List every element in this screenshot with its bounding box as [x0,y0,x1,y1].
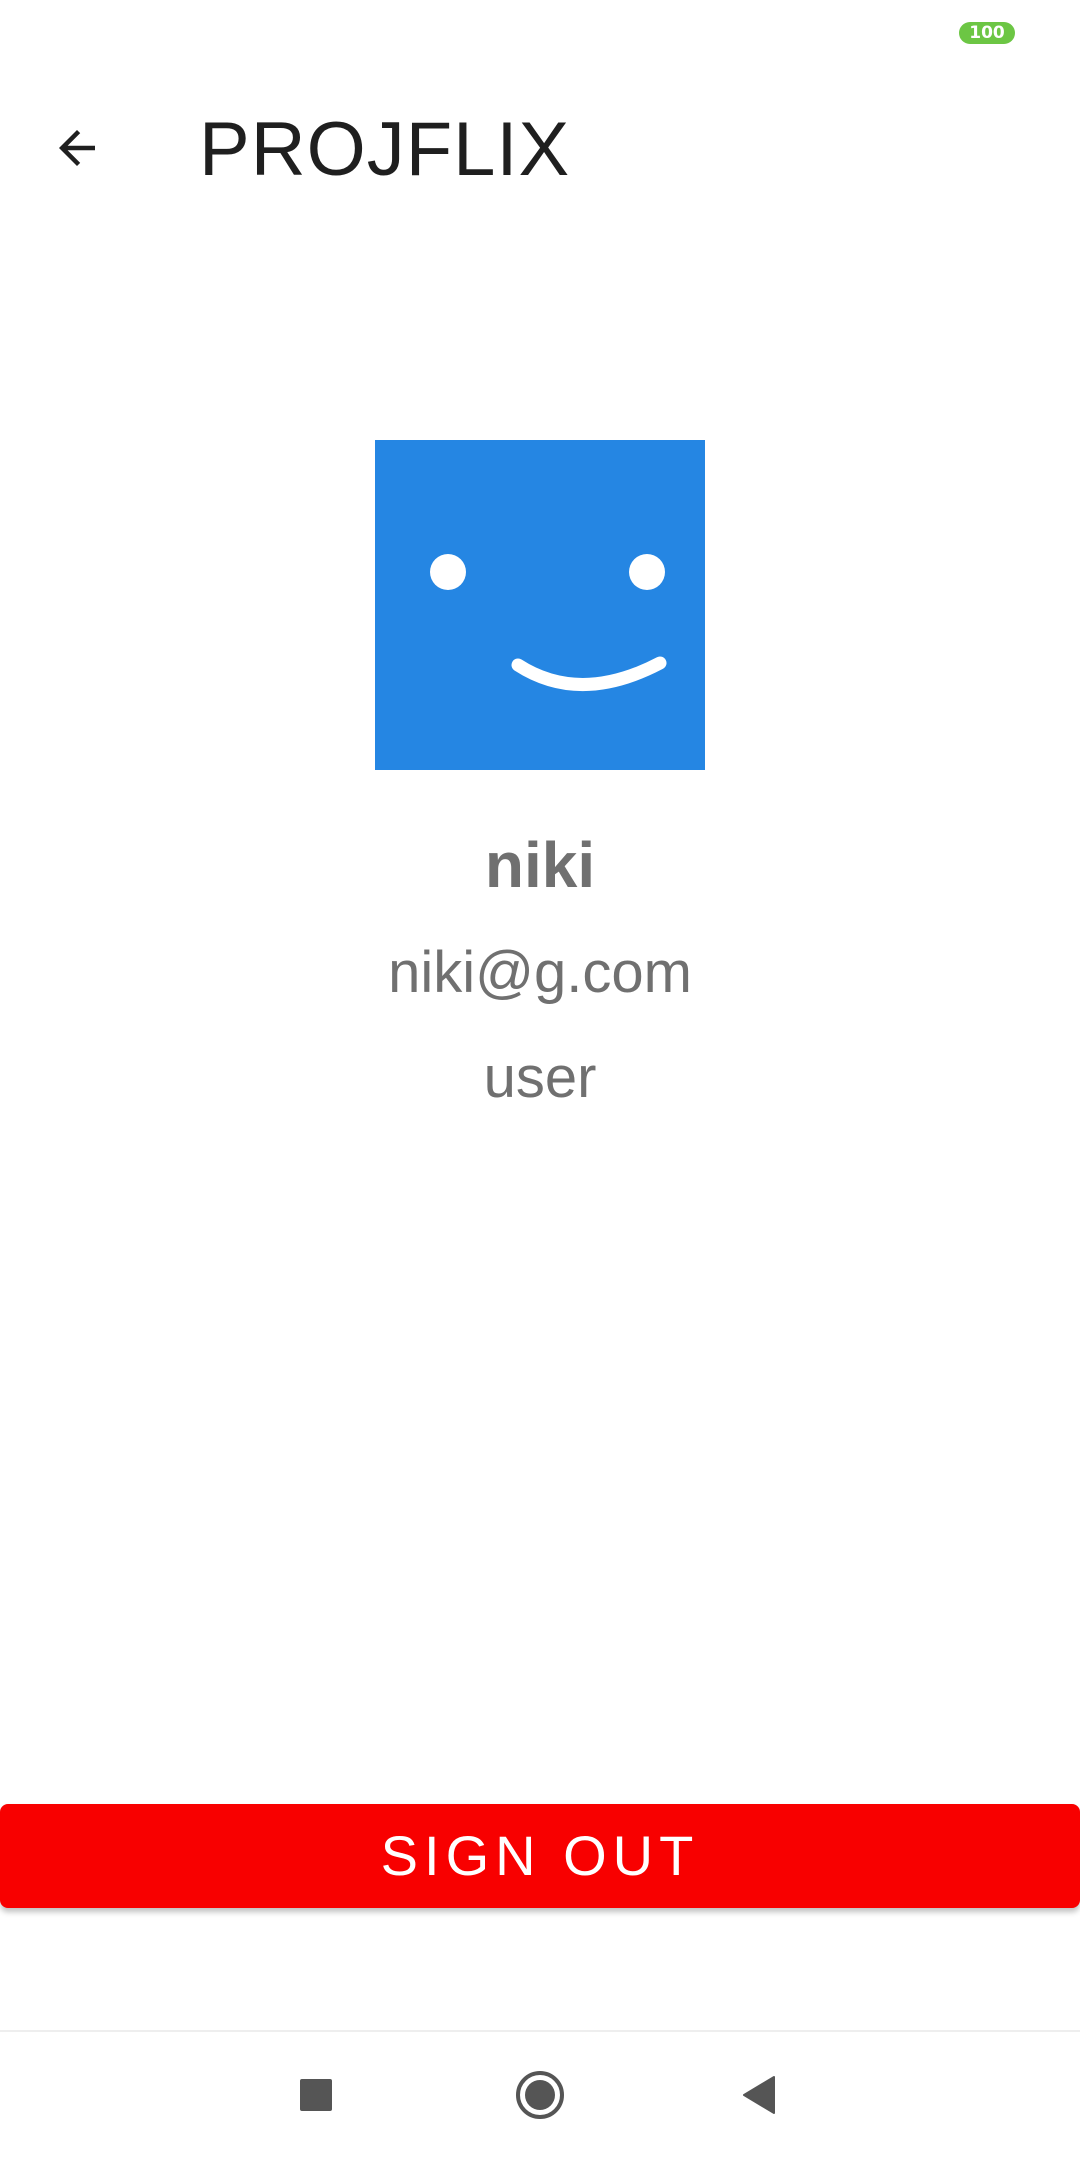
battery-indicator: 100 [959,22,1015,44]
square-recents-icon [298,2077,334,2118]
profile-name: niki [484,829,596,901]
triangle-back-icon [740,2075,780,2120]
back-button[interactable] [40,113,114,187]
avatar [375,440,705,770]
profile-screen: 100 PROJFLIX niki niki@g.com user SIGN O… [0,0,1080,2160]
smiley-face-icon [375,440,705,770]
profile-email: niki@g.com [388,940,692,1005]
system-nav-bar [0,2030,1080,2160]
sign-out-button[interactable]: SIGN OUT [0,1804,1080,1908]
app-bar: PROJFLIX [0,66,1080,220]
home-button[interactable] [502,2059,578,2135]
status-bar: 100 [0,0,1080,66]
arrow-left-icon [50,121,104,180]
recents-button[interactable] [278,2059,354,2135]
profile-role: user [483,1045,597,1110]
circle-home-icon [514,2069,566,2126]
system-back-button[interactable] [722,2059,798,2135]
page-title: PROJFLIX [199,107,571,192]
